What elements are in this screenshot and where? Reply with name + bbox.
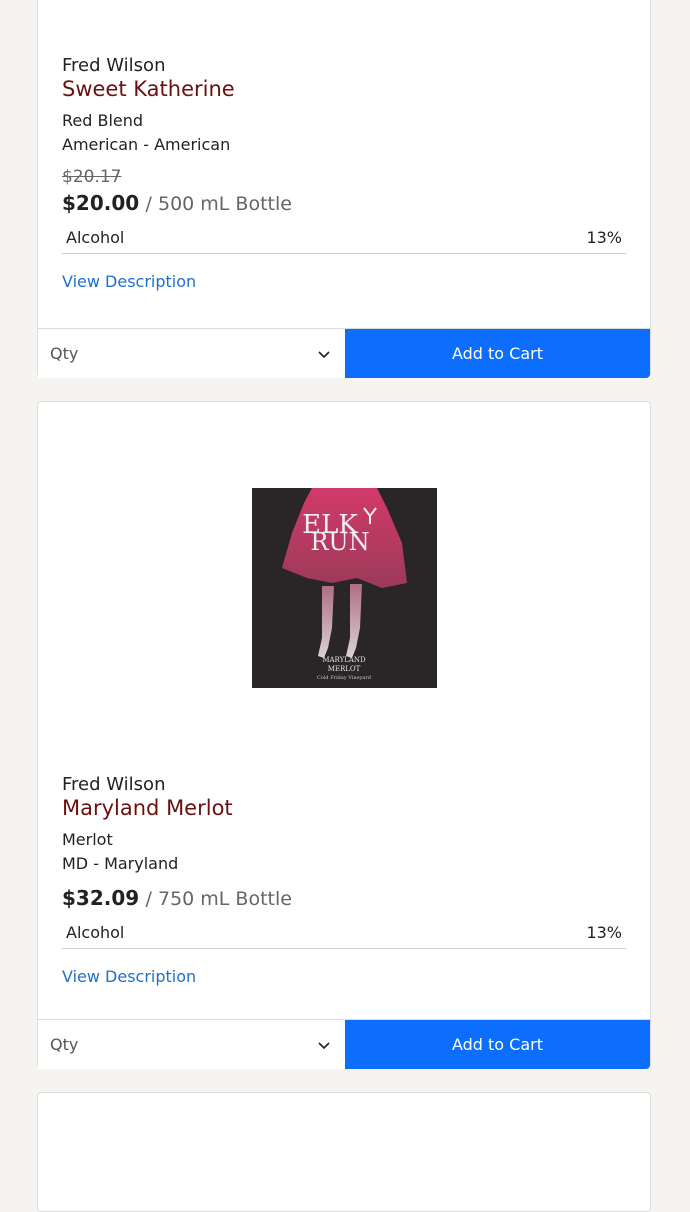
wine-label-image[interactable]: ELK RUN MARYLAND MERLOT Cold Friday Vine…: [252, 488, 437, 688]
price-row: $20.00 / 500 mL Bottle: [62, 189, 626, 218]
svg-text:RUN: RUN: [310, 528, 369, 556]
attr-value: 13%: [586, 228, 622, 247]
attr-label: Alcohol: [66, 228, 125, 247]
add-to-cart-button[interactable]: Add to Cart: [345, 329, 650, 378]
price: $32.09: [62, 886, 140, 910]
winery-name: Fred Wilson: [62, 55, 166, 76]
qty-select[interactable]: Qty: [38, 329, 345, 378]
product-card: ELK RUN MARYLAND MERLOT Cold Friday Vine…: [37, 401, 651, 1069]
winery-name: Fred Wilson: [62, 774, 166, 795]
cart-actions: Qty Add to Cart: [38, 328, 650, 378]
svg-text:MERLOT: MERLOT: [328, 665, 361, 673]
wine-name[interactable]: Sweet Katherine: [62, 77, 626, 101]
chevron-down-icon: [318, 350, 330, 358]
wine-name[interactable]: Maryland Merlot: [62, 796, 626, 820]
view-description-link[interactable]: View Description: [62, 272, 626, 291]
region: American - American: [62, 135, 231, 154]
price-row: $32.09 / 750 mL Bottle: [62, 884, 626, 913]
varietal: Merlot: [62, 830, 113, 849]
chevron-down-icon: [318, 1041, 330, 1049]
varietal: Red Blend: [62, 111, 144, 130]
bottle-size: / 750 mL Bottle: [145, 888, 292, 910]
product-card: [37, 1092, 651, 1212]
bottle-size: / 500 mL Bottle: [145, 193, 292, 215]
qty-select[interactable]: Qty: [38, 1020, 345, 1069]
alcohol-row: Alcohol 13%: [62, 923, 626, 949]
view-description-link[interactable]: View Description: [62, 967, 626, 986]
alcohol-row: Alcohol 13%: [62, 228, 626, 254]
attr-label: Alcohol: [66, 923, 125, 942]
svg-text:MARYLAND: MARYLAND: [322, 656, 366, 664]
qty-label: Qty: [50, 344, 79, 363]
price: $20.00: [62, 191, 140, 215]
cart-actions: Qty Add to Cart: [38, 1019, 650, 1069]
region: MD - Maryland: [62, 854, 179, 873]
elk-run-label: ELK RUN MARYLAND MERLOT Cold Friday Vine…: [252, 488, 437, 688]
svg-text:Cold Friday Vineyard: Cold Friday Vineyard: [317, 675, 372, 681]
product-card: Fred Wilson Sweet Katherine Red Blend Am…: [37, 0, 651, 378]
qty-label: Qty: [50, 1035, 79, 1054]
attr-value: 13%: [586, 923, 622, 942]
add-to-cart-button[interactable]: Add to Cart: [345, 1020, 650, 1069]
original-price: $20.17: [62, 167, 122, 187]
